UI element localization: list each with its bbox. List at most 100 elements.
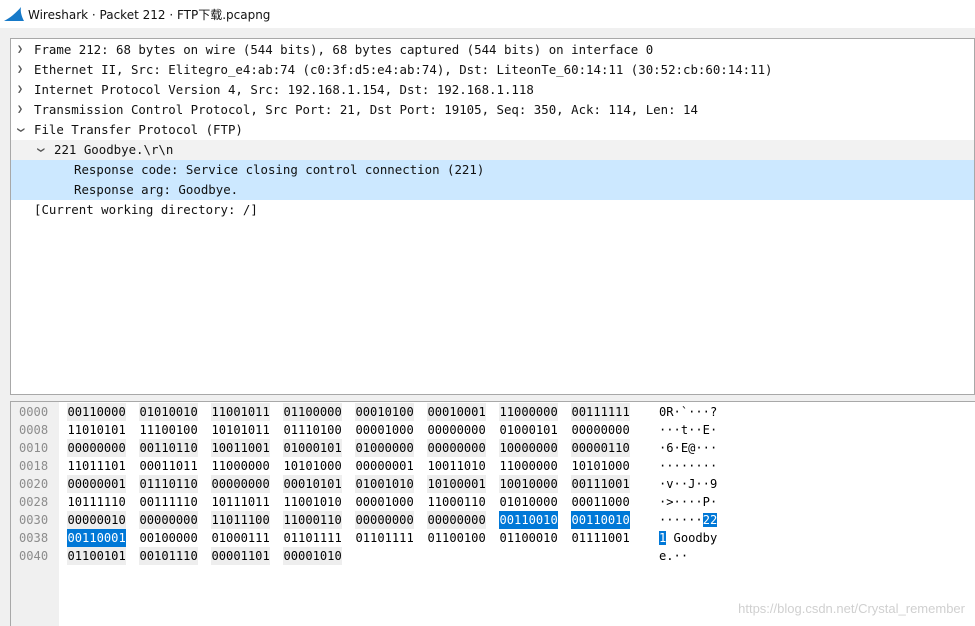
byte-binary[interactable]: 01110110 xyxy=(139,475,199,493)
byte-binary[interactable]: 11001011 xyxy=(211,403,271,421)
byte-binary[interactable]: 00001000 xyxy=(355,421,414,439)
byte-binary[interactable]: 00000000 xyxy=(571,421,630,439)
byte-binary[interactable]: 00110010 xyxy=(571,511,631,529)
byte-offset: 0008 xyxy=(19,423,49,437)
byte-binary[interactable]: 00000000 xyxy=(427,421,486,439)
bytes-row: 0008 11010101 11100100 10101011 01110100 0000… xyxy=(11,421,974,439)
byte-binary[interactable]: 00000110 xyxy=(571,439,631,457)
byte-binary[interactable]: 10111011 xyxy=(211,493,270,511)
byte-binary[interactable]: 10101000 xyxy=(571,457,630,475)
byte-binary[interactable]: 01000000 xyxy=(355,439,415,457)
byte-binary[interactable]: 00110010 xyxy=(499,511,559,529)
byte-binary[interactable]: 10000000 xyxy=(499,439,559,457)
byte-binary[interactable]: 01101111 xyxy=(355,529,414,547)
byte-binary[interactable]: 01101111 xyxy=(283,529,342,547)
byte-binary[interactable]: 01100000 xyxy=(283,403,343,421)
chevron-right-icon[interactable]: ❯ xyxy=(14,100,26,120)
byte-binary[interactable]: 00011000 xyxy=(571,493,630,511)
chevron-right-icon[interactable]: ❯ xyxy=(14,60,26,80)
byte-binary[interactable]: 00101110 xyxy=(139,547,199,565)
byte-binary[interactable]: 00011011 xyxy=(139,457,198,475)
byte-binary[interactable]: 00001000 xyxy=(355,493,414,511)
chevron-right-icon[interactable]: ❯ xyxy=(14,80,26,100)
byte-binary[interactable]: 00111110 xyxy=(139,493,198,511)
byte-ascii[interactable]: 0R·`···? xyxy=(659,403,717,421)
byte-binary[interactable]: 00110110 xyxy=(139,439,199,457)
byte-offset: 0000 xyxy=(19,405,49,419)
byte-binary[interactable]: 01001010 xyxy=(355,475,415,493)
tree-row[interactable]: ❯ 221 Goodbye.\r\n xyxy=(11,140,974,160)
byte-binary[interactable]: 00001101 xyxy=(211,547,271,565)
tree-row[interactable]: [Current working directory: /] xyxy=(11,200,974,220)
byte-binary[interactable]: 01010010 xyxy=(139,403,199,421)
byte-binary[interactable]: 10011001 xyxy=(211,439,271,457)
tree-row[interactable]: ❯ Frame 212: 68 bytes on wire (544 bits),… xyxy=(11,40,974,60)
tree-row[interactable]: ❯ Ethernet II, Src: Elitegro_e4:ab:74 (c0… xyxy=(11,60,974,80)
byte-ascii[interactable]: ···t··E· xyxy=(659,421,717,439)
byte-binary[interactable]: 11000000 xyxy=(499,457,558,475)
byte-binary[interactable]: 11000110 xyxy=(283,511,343,529)
byte-binary[interactable]: 00000000 xyxy=(139,511,199,529)
byte-binary[interactable]: 00010100 xyxy=(355,403,415,421)
byte-ascii[interactable]: 1 Goodby xyxy=(659,529,717,547)
byte-offset: 0010 xyxy=(19,441,49,455)
byte-binary[interactable]: 00000001 xyxy=(67,475,127,493)
tree-row[interactable]: ❯ Transmission Control Protocol, Src Port… xyxy=(11,100,974,120)
byte-binary[interactable]: 10010000 xyxy=(499,475,559,493)
byte-binary[interactable]: 10100001 xyxy=(427,475,487,493)
byte-binary[interactable]: 10111110 xyxy=(67,493,126,511)
byte-binary[interactable]: 00110000 xyxy=(67,403,127,421)
byte-binary[interactable]: 01010000 xyxy=(499,493,558,511)
tree-row[interactable]: ❯ File Transfer Protocol (FTP) xyxy=(11,120,974,140)
byte-binary[interactable]: 01111001 xyxy=(571,529,630,547)
byte-binary[interactable]: 00001010 xyxy=(283,547,343,565)
tree-row[interactable]: Response arg: Goodbye. xyxy=(11,180,974,200)
byte-binary[interactable]: 00000000 xyxy=(427,439,487,457)
byte-binary[interactable]: 01000111 xyxy=(211,529,270,547)
byte-binary[interactable]: 10101011 xyxy=(211,421,270,439)
byte-ascii[interactable]: ·v··J··9 xyxy=(659,475,717,493)
byte-binary[interactable]: 00000000 xyxy=(67,439,127,457)
byte-binary[interactable]: 11000110 xyxy=(427,493,486,511)
tree-row[interactable]: Response code: Service closing control c… xyxy=(11,160,974,180)
byte-ascii[interactable]: ········ xyxy=(659,457,717,475)
tree-row[interactable]: ❯ Internet Protocol Version 4, Src: 192.1… xyxy=(11,80,974,100)
chevron-down-icon[interactable]: ❯ xyxy=(30,144,50,156)
byte-ascii[interactable]: ·6·E@··· xyxy=(659,439,717,457)
byte-ascii[interactable]: ······22 xyxy=(659,511,718,529)
byte-binary[interactable]: 11011100 xyxy=(211,511,271,529)
byte-binary[interactable]: 11011101 xyxy=(67,457,126,475)
byte-binary[interactable]: 10101000 xyxy=(283,457,342,475)
byte-binary[interactable]: 10011010 xyxy=(427,457,486,475)
byte-binary[interactable]: 00010101 xyxy=(283,475,343,493)
byte-binary[interactable]: 11000000 xyxy=(211,457,270,475)
byte-binary[interactable]: 00110001 xyxy=(67,529,127,547)
byte-binary[interactable]: 01100010 xyxy=(499,529,558,547)
byte-binary[interactable]: 00000000 xyxy=(211,475,271,493)
chevron-down-icon[interactable]: ❯ xyxy=(11,124,30,136)
byte-binary[interactable]: 00111001 xyxy=(571,475,631,493)
byte-binary[interactable]: 11010101 xyxy=(67,421,126,439)
byte-binary[interactable]: 11001010 xyxy=(283,493,342,511)
byte-binary[interactable]: 01100100 xyxy=(427,529,486,547)
byte-binary[interactable]: 00111111 xyxy=(571,403,631,421)
byte-binary[interactable]: 00000001 xyxy=(355,457,414,475)
byte-ascii[interactable]: ·>····P· xyxy=(659,493,717,511)
byte-binary[interactable]: 01100101 xyxy=(67,547,127,565)
chevron-right-icon[interactable]: ❯ xyxy=(14,40,26,60)
byte-binary[interactable]: 00010001 xyxy=(427,403,487,421)
byte-binary[interactable]: 00000010 xyxy=(67,511,127,529)
byte-binary[interactable]: 01000101 xyxy=(283,439,343,457)
byte-binary[interactable]: 01110100 xyxy=(283,421,342,439)
byte-binary[interactable]: 00100000 xyxy=(139,529,198,547)
packet-details-pane[interactable]: ❯ Frame 212: 68 bytes on wire (544 bits),… xyxy=(10,38,975,395)
byte-binary[interactable]: 01000101 xyxy=(499,421,558,439)
watermark: https://blog.csdn.net/Crystal_remember xyxy=(738,601,965,616)
byte-binary[interactable]: 11100100 xyxy=(139,421,198,439)
byte-binary[interactable]: 11000000 xyxy=(499,403,559,421)
byte-ascii[interactable]: e.·· xyxy=(659,547,688,565)
byte-binary[interactable]: 00000000 xyxy=(355,511,415,529)
window-title: Wireshark · Packet 212 · FTP下载.pcapng xyxy=(28,7,271,22)
byte-binary[interactable]: 00000000 xyxy=(427,511,487,529)
packet-bytes-pane[interactable]: https://blog.csdn.net/Crystal_remember 0… xyxy=(10,401,975,626)
